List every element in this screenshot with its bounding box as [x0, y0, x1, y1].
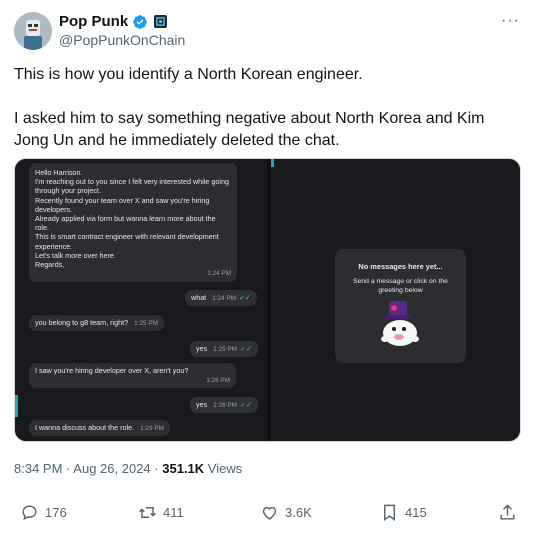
read-check-icon: ✓✓ [239, 295, 251, 302]
avatar[interactable] [14, 12, 52, 50]
empty-chat-title: No messages here yet... [358, 262, 443, 271]
tweet-text: This is how you identify a North Korean … [14, 64, 520, 152]
chat-message: what 1:24 PM ✓✓ [185, 290, 257, 307]
like-count: 3.6K [285, 505, 312, 520]
accent-bar [271, 159, 274, 167]
repost-icon [139, 507, 156, 518]
empty-chat-subtitle: Send a message or click on the greeting … [353, 278, 448, 294]
verified-icon [133, 14, 148, 29]
tweet-header: Pop Punk @PopPunkOnChain ··· [14, 10, 520, 50]
share-icon [500, 504, 515, 520]
tweet-time[interactable]: 8:34 PM [14, 461, 62, 476]
reply-button[interactable]: 176 [20, 503, 67, 522]
views-label: Views [207, 461, 243, 476]
bookmark-count: 415 [405, 505, 427, 520]
more-icon[interactable]: ··· [501, 12, 520, 30]
chat-message: Hello Harrison. I'm reaching out to you … [29, 163, 237, 282]
chat-panel-left: Hello Harrison. I'm reaching out to you … [15, 159, 267, 441]
views-count: 351.1K [162, 461, 205, 476]
chat-message: I saw you're hiring developer over X, ar… [29, 363, 236, 388]
affiliate-badge-icon[interactable] [154, 15, 168, 28]
chat-message: yes 1:25 PM ✓✓ [190, 341, 258, 358]
bookmark-icon [384, 504, 395, 522]
chat-message: yes 1:26 PM ✓✓ [190, 397, 258, 414]
repost-button[interactable]: 411 [138, 503, 184, 522]
like-icon [262, 506, 277, 520]
tweet-meta: 8:34 PM · Aug 26, 2024 · 351.1K Views [14, 461, 243, 476]
share-button[interactable] [498, 503, 517, 522]
read-check-icon: ✓✓ [240, 402, 252, 409]
repost-count: 411 [163, 505, 184, 520]
tweet-paragraph: I asked him to say something negative ab… [14, 110, 485, 149]
empty-chat-card: No messages here yet... Send a message o… [335, 249, 466, 363]
action-bar: 176 411 3.6K 415 [14, 503, 520, 525]
tweet-paragraph: This is how you identify a North Korean … [14, 66, 363, 83]
name-row: Pop Punk [59, 13, 168, 30]
reply-count: 176 [45, 505, 67, 520]
tweet-date[interactable]: Aug 26, 2024 [73, 461, 150, 476]
bookmark-button[interactable]: 415 [380, 503, 427, 522]
tweet-media-image[interactable]: Hello Harrison. I'm reaching out to you … [14, 158, 521, 442]
accent-bar [15, 395, 18, 417]
handle[interactable]: @PopPunkOnChain [59, 32, 185, 48]
greeting-sticker [380, 301, 419, 346]
chat-message: I wanna discuss about the role. 1:29 PM [29, 420, 170, 437]
display-name[interactable]: Pop Punk [59, 13, 128, 30]
reply-icon [22, 505, 37, 521]
read-check-icon: ✓✓ [240, 346, 252, 353]
chat-message: you belong to g8 team, right? 1:25 PM [29, 315, 164, 332]
like-button[interactable]: 3.6K [260, 503, 312, 522]
